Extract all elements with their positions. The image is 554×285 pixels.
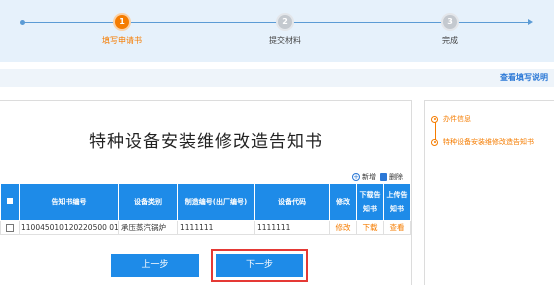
row-checkbox[interactable]	[6, 224, 14, 232]
side-nav-label: 特种设备安装维修改造告知书	[443, 138, 534, 146]
page-title: 特种设备安装维修改造告知书	[89, 132, 323, 152]
view-instructions-link[interactable]: 查看填写说明	[500, 72, 548, 83]
download-link[interactable]: 下载	[356, 220, 384, 235]
next-step-highlight: 下一步	[211, 249, 308, 282]
step-submit-materials: 2 提交材料	[245, 15, 325, 46]
cell-serial-number: 1111111	[177, 220, 255, 235]
next-step-button[interactable]: 下一步	[216, 254, 303, 277]
cell-equipment-code: 1111111	[254, 220, 330, 235]
col-header-upload: 上传告知书	[383, 183, 411, 221]
cell-equipment-category: 承压蒸汽锅炉	[118, 220, 178, 235]
bullet-icon	[431, 138, 438, 146]
row-checkbox-cell[interactable]	[0, 220, 20, 235]
col-header-equipment-code: 设备代码	[254, 183, 330, 221]
side-panel: 办件信息 特种设备安装维修改造告知书	[424, 100, 554, 285]
delete-button[interactable]: 删除	[380, 172, 403, 182]
select-all-checkbox[interactable]	[0, 183, 20, 221]
bullet-icon	[431, 115, 438, 123]
edit-link[interactable]: 修改	[329, 220, 357, 235]
step-complete: 3 完成	[410, 15, 490, 46]
previous-step-button[interactable]: 上一步	[111, 254, 199, 277]
col-header-download: 下载告知书	[356, 183, 384, 221]
delete-label: 删除	[389, 173, 403, 181]
col-header-edit: 修改	[329, 183, 357, 221]
side-nav-label: 办件信息	[443, 115, 471, 123]
col-header-equipment-category: 设备类别	[118, 183, 178, 221]
col-header-serial-number: 制造编号(出厂编号)	[177, 183, 255, 221]
table-header-row: 告知书编号 设备类别 制造编号(出厂编号) 设备代码 修改 下载告知书 上传告知…	[0, 183, 411, 221]
view-link[interactable]: 查看	[383, 220, 411, 235]
table-row: 110045010120220500 01 承压蒸汽锅炉 1111111 111…	[0, 220, 411, 235]
step-number: 2	[278, 15, 292, 29]
progress-stepper: 1 填写申请书 2 提交材料 3 完成	[0, 0, 554, 62]
col-header-notice-number: 告知书编号	[19, 183, 119, 221]
step-number: 1	[115, 15, 129, 29]
side-nav-item-notification[interactable]: 特种设备安装维修改造告知书	[431, 137, 534, 147]
notification-table: 告知书编号 设备类别 制造编号(出厂编号) 设备代码 修改 下载告知书 上传告知…	[0, 183, 411, 235]
stepper-end-arrow-icon	[528, 19, 533, 25]
main-panel: 特种设备安装维修改造告知书 + 新增 删除 告知书编号 设备类别 制造编号(出厂…	[0, 100, 412, 285]
step-label: 填写申请书	[102, 36, 142, 45]
side-nav-item-case-info[interactable]: 办件信息	[431, 114, 471, 124]
step-number: 3	[443, 15, 457, 29]
cell-notice-number: 110045010120220500 01	[19, 220, 119, 235]
trash-icon	[380, 173, 387, 181]
table-actions: + 新增 删除	[352, 172, 403, 182]
step-label: 完成	[442, 36, 458, 45]
plus-icon: +	[352, 173, 360, 181]
guide-bar: 查看填写说明	[0, 69, 554, 87]
add-label: 新增	[362, 173, 376, 181]
add-button[interactable]: + 新增	[352, 172, 376, 182]
step-label: 提交材料	[269, 36, 301, 45]
step-fill-application: 1 填写申请书	[82, 15, 162, 46]
